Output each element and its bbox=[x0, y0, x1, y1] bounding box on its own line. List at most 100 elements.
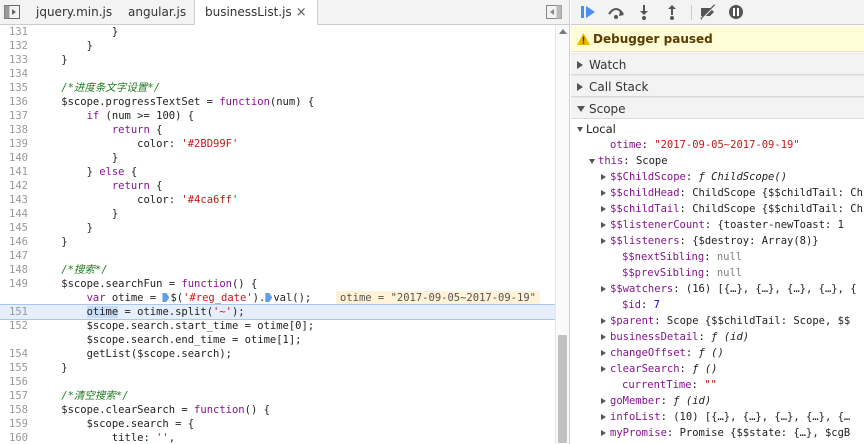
section-label: Call Stack bbox=[589, 80, 649, 94]
line-number[interactable]: 154 bbox=[0, 347, 30, 361]
section-scope[interactable]: Scope bbox=[571, 97, 864, 119]
line-number[interactable]: 147 bbox=[0, 249, 30, 263]
toggle-debugger-icon[interactable] bbox=[546, 5, 562, 19]
scroll-up-arrow-icon[interactable] bbox=[559, 29, 567, 34]
line-number[interactable]: 152 bbox=[0, 319, 30, 333]
expand-triangle-icon[interactable] bbox=[601, 285, 606, 292]
scope-property[interactable]: infoList: (10) [{…}, {…}, {…}, {…}, {… bbox=[571, 409, 864, 425]
tab-businesslist-js[interactable]: businessList.js × bbox=[194, 0, 318, 26]
scope-property[interactable]: $$childTail: ChildScope {$$childTail: Ch bbox=[571, 201, 864, 217]
code-token: } bbox=[36, 222, 93, 234]
scope-group-local[interactable]: Local bbox=[571, 121, 864, 137]
resume-icon[interactable] bbox=[578, 3, 598, 21]
paused-label: Debugger paused bbox=[593, 32, 713, 46]
expand-triangle-icon[interactable] bbox=[601, 397, 606, 404]
line-number[interactable]: 157 bbox=[0, 389, 30, 403]
line-number[interactable]: 145 bbox=[0, 221, 30, 235]
code-text: title: '', bbox=[36, 431, 175, 444]
property-value: ƒ (id) bbox=[711, 331, 750, 343]
line-number[interactable]: 137 bbox=[0, 109, 30, 123]
code-editor[interactable]: 131 } 132 } 133 } 134 135 /*进度条文字设置*/136 $sc… bbox=[0, 25, 569, 444]
code-line: 157 /*清空搜索*/ bbox=[0, 389, 555, 403]
scope-property[interactable]: changeOffset: ƒ () bbox=[571, 345, 864, 361]
line-number[interactable]: 134 bbox=[0, 67, 30, 81]
expand-triangle-icon[interactable] bbox=[601, 317, 606, 324]
code-token: } bbox=[36, 54, 68, 66]
line-number[interactable]: 132 bbox=[0, 39, 30, 53]
close-tab-icon[interactable]: × bbox=[296, 0, 307, 25]
line-number[interactable]: 151 bbox=[0, 305, 30, 319]
expand-triangle-icon[interactable] bbox=[601, 429, 606, 436]
scope-property[interactable]: clearSearch: ƒ () bbox=[571, 361, 864, 377]
section-watch[interactable]: Watch bbox=[571, 53, 864, 75]
expand-triangle-icon[interactable] bbox=[601, 413, 606, 420]
line-number[interactable]: 138 bbox=[0, 123, 30, 137]
expand-triangle-icon[interactable] bbox=[601, 205, 606, 212]
code-text: color: '#4ca6ff' bbox=[36, 193, 238, 207]
code-text: } bbox=[36, 207, 118, 221]
collapse-triangle-icon[interactable] bbox=[589, 159, 595, 164]
line-number[interactable]: 159 bbox=[0, 417, 30, 431]
inline-breakpoint-arrow-icon[interactable] bbox=[162, 293, 170, 302]
line-number[interactable]: 160 bbox=[0, 431, 30, 444]
scope-property[interactable]: this: Scope bbox=[571, 153, 864, 169]
step-over-icon[interactable] bbox=[606, 3, 626, 21]
code-token: otime = bbox=[105, 292, 163, 304]
scope-property[interactable]: businessDetail: ƒ (id) bbox=[571, 329, 864, 345]
line-number[interactable]: 141 bbox=[0, 165, 30, 179]
line-number[interactable]: 143 bbox=[0, 193, 30, 207]
expand-triangle-icon[interactable] bbox=[601, 189, 606, 196]
deactivate-breakpoints-icon[interactable] bbox=[698, 3, 718, 21]
line-number[interactable]: 155 bbox=[0, 361, 30, 375]
scope-property[interactable]: $$listeners: {$destroy: Array(8)} bbox=[571, 233, 864, 249]
line-number[interactable]: 135 bbox=[0, 81, 30, 95]
line-number[interactable]: 136 bbox=[0, 95, 30, 109]
code-text: } bbox=[36, 235, 67, 249]
expand-triangle-icon[interactable] bbox=[601, 173, 606, 180]
pause-on-exceptions-icon[interactable] bbox=[726, 3, 746, 21]
line-number[interactable]: 140 bbox=[0, 151, 30, 165]
breakpoint-marker[interactable]: 153 bbox=[0, 333, 30, 347]
line-number[interactable]: 131 bbox=[0, 25, 30, 39]
line-number[interactable]: 149 bbox=[0, 277, 30, 291]
code-text: } bbox=[36, 361, 67, 375]
line-number-text: 131 bbox=[9, 26, 28, 38]
line-number[interactable]: 158 bbox=[0, 403, 30, 417]
line-number[interactable]: 156 bbox=[0, 375, 30, 389]
scope-property[interactable]: $$listenerCount: {toaster-newToast: 1 bbox=[571, 217, 864, 233]
property-value: (16) [{…}, {…}, {…}, {…}, { bbox=[685, 283, 857, 295]
line-number[interactable]: 139 bbox=[0, 137, 30, 151]
code-token: /*搜索*/ bbox=[36, 264, 108, 276]
line-number[interactable]: 144 bbox=[0, 207, 30, 221]
code-token: val(); bbox=[273, 292, 312, 304]
expand-triangle-icon[interactable] bbox=[601, 365, 606, 372]
expand-triangle-icon[interactable] bbox=[601, 237, 606, 244]
scope-property[interactable]: $$watchers: (16) [{…}, {…}, {…}, {…}, { bbox=[571, 281, 864, 297]
tab-jquery-min-js[interactable]: jquery.min.js bbox=[26, 0, 122, 25]
line-number[interactable]: 148 bbox=[0, 263, 30, 277]
toggle-navigator-icon[interactable] bbox=[4, 5, 20, 19]
tab-angular-js[interactable]: angular.js bbox=[118, 0, 196, 25]
collapse-triangle-icon[interactable] bbox=[577, 127, 583, 132]
line-number[interactable]: 142 bbox=[0, 179, 30, 193]
step-out-icon[interactable] bbox=[662, 3, 682, 21]
inline-breakpoint-arrow-icon[interactable] bbox=[265, 293, 273, 302]
editor-scrollbar[interactable] bbox=[555, 25, 569, 444]
scope-property[interactable]: myPromise: Promise {$$state: {…}, $cgB bbox=[571, 425, 864, 441]
line-number[interactable]: 133 bbox=[0, 53, 30, 67]
scroll-thumb[interactable] bbox=[558, 335, 567, 443]
scope-property[interactable]: $parent: Scope {$$childTail: Scope, $$ bbox=[571, 313, 864, 329]
section-call-stack[interactable]: Call Stack bbox=[571, 75, 864, 97]
step-into-icon[interactable] bbox=[634, 3, 654, 21]
scope-property[interactable]: $$ChildScope: ƒ ChildScope() bbox=[571, 169, 864, 185]
scope-property[interactable]: $$childHead: ChildScope {$$childTail: Ch bbox=[571, 185, 864, 201]
code-line: 159 $scope.search = { bbox=[0, 417, 555, 431]
expand-triangle-icon[interactable] bbox=[601, 349, 606, 356]
breakpoint-marker[interactable]: 150 bbox=[0, 291, 30, 305]
code-token: var bbox=[86, 292, 106, 304]
section-label: Scope bbox=[589, 102, 626, 116]
expand-triangle-icon[interactable] bbox=[601, 333, 606, 340]
expand-triangle-icon[interactable] bbox=[601, 221, 606, 228]
line-number[interactable]: 146 bbox=[0, 235, 30, 249]
scope-property[interactable]: goMember: ƒ (id) bbox=[571, 393, 864, 409]
